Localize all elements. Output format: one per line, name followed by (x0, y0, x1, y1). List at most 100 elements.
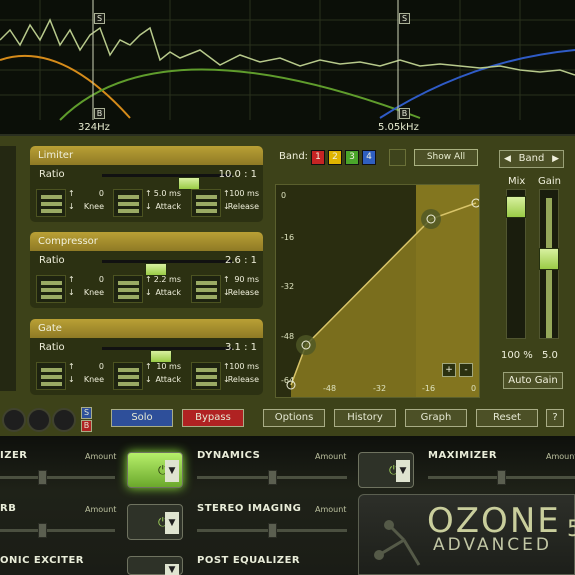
mix-label: Mix (508, 176, 526, 187)
small-bypass-button[interactable]: B (81, 420, 92, 432)
bypass-marker-1[interactable]: B (94, 108, 105, 119)
maximizer-power-toggle[interactable]: ⏻ ▼ (358, 452, 414, 488)
band-selector[interactable]: ◀ Band ▶ (499, 150, 564, 168)
zoom-in-button[interactable]: + (442, 363, 456, 377)
arrow-up-icon[interactable]: ↑ (68, 275, 75, 284)
post-equalizer-power-toggle[interactable]: ▼ (127, 556, 183, 575)
knee-label: Knee (83, 202, 104, 211)
chevron-down-icon[interactable]: ▼ (165, 460, 179, 482)
chevron-down-icon[interactable]: ▼ (165, 564, 179, 575)
solo-marker-1[interactable]: S (94, 13, 105, 24)
gain-slider[interactable] (539, 189, 559, 339)
bypass-marker-2[interactable]: B (399, 108, 410, 119)
slider-knob[interactable] (268, 470, 277, 485)
x-tick-16: -16 (422, 384, 436, 393)
slider-knob[interactable] (38, 523, 47, 538)
chevron-left-icon[interactable]: ◀ (504, 151, 511, 167)
arrow-down-icon[interactable]: ↓ (145, 288, 152, 297)
knee-icon (36, 275, 66, 303)
arrow-down-icon[interactable]: ↓ (145, 375, 152, 384)
small-solo-button[interactable]: S (81, 407, 92, 419)
gain-value: 5.0 (542, 350, 558, 361)
zoom-out-button[interactable]: - (459, 363, 473, 377)
compressor-attack-control[interactable]: ↑ ↓ 2.2 ms Attack (113, 275, 181, 303)
slider-knob[interactable] (38, 470, 47, 485)
spectrum-analyzer[interactable]: S B S B 324Hz 5.05kHz (0, 0, 575, 136)
chevron-down-icon[interactable]: ▼ (165, 512, 179, 534)
dynamics-power-toggle[interactable]: ⏻ ▼ (127, 452, 183, 488)
chevron-down-icon[interactable]: ▼ (396, 460, 410, 482)
show-all-button[interactable]: Show All (414, 149, 478, 166)
reset-button[interactable]: Reset (476, 409, 538, 427)
dynamics-panel: Limiter Ratio 10.0 : 1 ↑ ↓ 0 Knee ↑ ↓ 5.… (0, 136, 575, 436)
module-name-reverb: RB (0, 503, 17, 514)
arrow-up-icon[interactable]: ↑ (68, 362, 75, 371)
link-bands-icon[interactable] (389, 149, 406, 166)
band-1-button[interactable]: 1 (311, 150, 325, 165)
attack-value: 2.2 ms (153, 275, 181, 284)
dynamics-transfer-graph[interactable]: 0 -16 -32 -48 -64 -48 -32 -16 0 + - (275, 184, 480, 398)
gate-knee-control[interactable]: ↑ ↓ 0 Knee (36, 362, 104, 390)
x-tick-48: -48 (323, 384, 337, 393)
bypass-button[interactable]: Bypass (182, 409, 244, 427)
history-button[interactable]: History (334, 409, 396, 427)
module-name-post-equalizer: POST EQUALIZER (197, 555, 301, 566)
gate-ratio-slider[interactable] (102, 347, 232, 363)
chevron-right-icon[interactable]: ▶ (552, 151, 559, 167)
module-name-maximizer: MAXIMIZER (428, 450, 498, 461)
solo-button[interactable]: Solo (111, 409, 173, 427)
gate-attack-control[interactable]: ↑ ↓ 10 ms Attack (113, 362, 181, 390)
compressor-knee-control[interactable]: ↑ ↓ 0 Knee (36, 275, 104, 303)
slider-knob[interactable] (268, 523, 277, 538)
mix-slider[interactable] (506, 189, 526, 339)
arrow-up-icon[interactable]: ↑ (223, 275, 230, 284)
reverb-amount-slider[interactable] (0, 529, 115, 532)
limiter-ratio-slider[interactable] (102, 174, 232, 190)
solo-marker-2[interactable]: S (399, 13, 410, 24)
knee-value: 0 (98, 275, 104, 284)
limiter-release-control[interactable]: ↑ ↓ 100 ms Release (191, 189, 259, 217)
compressor-title: Compressor (30, 232, 263, 251)
options-button[interactable]: Options (263, 409, 325, 427)
arrow-down-icon[interactable]: ↓ (145, 202, 152, 211)
auto-gain-button[interactable]: Auto Gain (503, 372, 563, 389)
stereo-imaging-power-toggle[interactable]: ⏻ ▼ (127, 504, 183, 540)
band-4-button[interactable]: 4 (362, 150, 376, 165)
arrow-up-icon[interactable]: ↑ (68, 189, 75, 198)
arrow-down-icon[interactable]: ↓ (68, 375, 75, 384)
slider-knob[interactable] (497, 470, 506, 485)
y-tick-48: -48 (281, 332, 295, 341)
band-3-button[interactable]: 3 (345, 150, 359, 165)
release-icon (191, 189, 221, 217)
mix-value: 100 % (501, 350, 533, 361)
mode-icon-1[interactable] (2, 408, 26, 432)
gain-slider-thumb[interactable] (539, 248, 559, 270)
knee-icon (36, 362, 66, 390)
graph-button[interactable]: Graph (405, 409, 467, 427)
arrow-up-icon[interactable]: ↑ (145, 362, 152, 371)
attack-label: Attack (155, 202, 181, 211)
module-name-harmonic-exciter: ONIC EXCITER (0, 555, 85, 566)
limiter-title: Limiter (30, 146, 263, 165)
equalizer-amount-slider[interactable] (0, 476, 115, 479)
gate-release-control[interactable]: ↑ ↓ 100 ms Release (191, 362, 259, 390)
arrow-up-icon[interactable]: ↑ (145, 189, 152, 198)
release-value: 90 ms (234, 275, 259, 284)
knee-value: 0 (98, 362, 104, 371)
mode-icon-3[interactable] (52, 408, 76, 432)
band-2-button[interactable]: 2 (328, 150, 342, 165)
gate-title: Gate (30, 319, 263, 338)
compressor-release-control[interactable]: ↑ ↓ 90 ms Release (191, 275, 259, 303)
mode-icon-2[interactable] (27, 408, 51, 432)
compressor-ratio-slider[interactable] (102, 260, 232, 276)
arrow-down-icon[interactable]: ↓ (68, 202, 75, 211)
mix-slider-thumb[interactable] (506, 196, 526, 218)
help-button[interactable]: ? (546, 409, 564, 427)
arrow-down-icon[interactable]: ↓ (68, 288, 75, 297)
gate-section: Gate Ratio 3.1 : 1 ↑ ↓ 0 Knee ↑ ↓ 10 ms … (30, 319, 263, 395)
limiter-attack-control[interactable]: ↑ ↓ 5.0 ms Attack (113, 189, 181, 217)
y-tick-0: 0 (281, 191, 287, 200)
limiter-knee-control[interactable]: ↑ ↓ 0 Knee (36, 189, 104, 217)
module-name-stereo-imaging: STEREO IMAGING (197, 503, 302, 514)
arrow-up-icon[interactable]: ↑ (145, 275, 152, 284)
